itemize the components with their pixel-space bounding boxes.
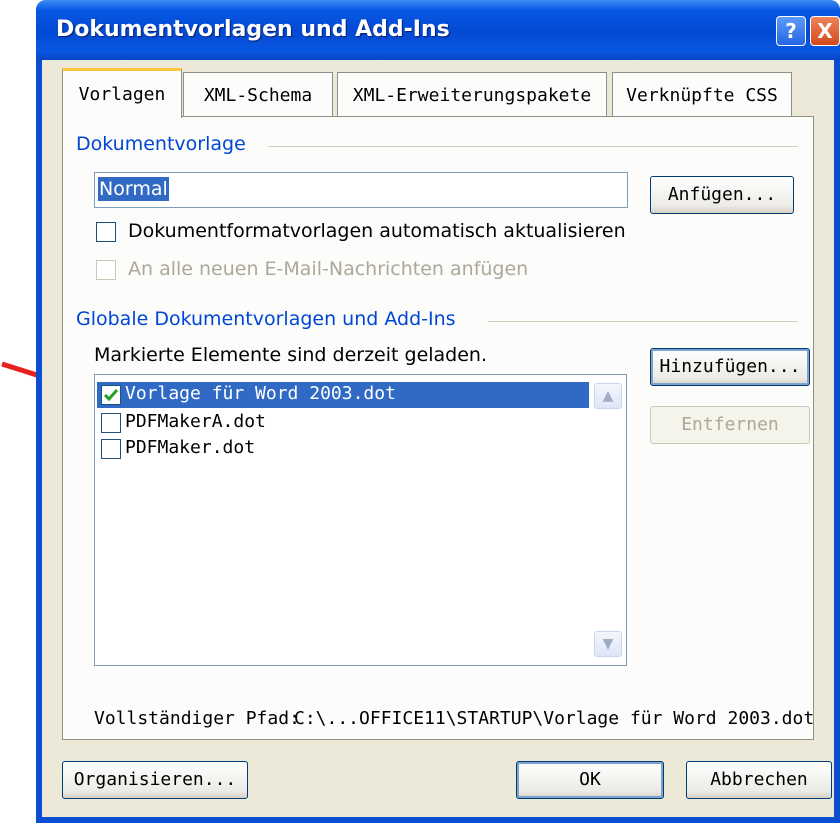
ok-button[interactable]: OK <box>516 761 664 799</box>
title-bar[interactable]: Dokumentvorlagen und Add-Ins ? X <box>36 0 840 60</box>
list-item[interactable]: Vorlage für Word 2003.dot <box>97 382 589 408</box>
organize-button[interactable]: Organisieren... <box>62 761 248 799</box>
chevron-up-icon: ▲ <box>602 388 614 404</box>
attach-button[interactable]: Anfügen... <box>650 176 794 214</box>
addins-listbox[interactable]: Vorlage für Word 2003.dot PDFMakerA.dot … <box>94 374 627 666</box>
auto-update-checkbox[interactable] <box>96 222 116 242</box>
help-icon: ? <box>785 19 797 43</box>
item-checkbox[interactable] <box>101 413 121 433</box>
tab-xml-schema[interactable]: XML-Schema <box>183 72 333 116</box>
chevron-down-icon: ▼ <box>602 636 614 652</box>
close-button[interactable]: X <box>810 16 840 46</box>
template-input[interactable]: Normal <box>94 172 628 208</box>
item-label: PDFMaker.dot <box>125 437 256 458</box>
scroll-up-button[interactable]: ▲ <box>594 383 622 409</box>
scroll-down-button[interactable]: ▼ <box>594 631 622 657</box>
tab-vorlagen[interactable]: Vorlagen <box>62 68 182 118</box>
item-label: PDFMakerA.dot <box>125 411 266 432</box>
checkmark-icon <box>103 389 119 402</box>
list-item[interactable]: PDFMakerA.dot <box>97 410 589 436</box>
tab-verknuepfte-css[interactable]: Verknüpfte CSS <box>612 72 792 116</box>
list-item[interactable]: PDFMaker.dot <box>97 436 589 462</box>
item-label: Vorlage für Word 2003.dot <box>125 383 396 404</box>
dialog-title: Dokumentvorlagen und Add-Ins <box>56 17 450 42</box>
cancel-button[interactable]: Abbrechen <box>686 761 832 799</box>
tab-xml-erweiterungspakete[interactable]: XML-Erweiterungspakete <box>337 72 607 116</box>
help-button[interactable]: ? <box>776 16 806 46</box>
add-button[interactable]: Hinzufügen... <box>650 348 810 386</box>
item-checkbox[interactable] <box>101 385 121 405</box>
close-icon: X <box>817 19 833 43</box>
item-checkbox[interactable] <box>101 439 121 459</box>
template-input-value: Normal <box>98 177 169 201</box>
